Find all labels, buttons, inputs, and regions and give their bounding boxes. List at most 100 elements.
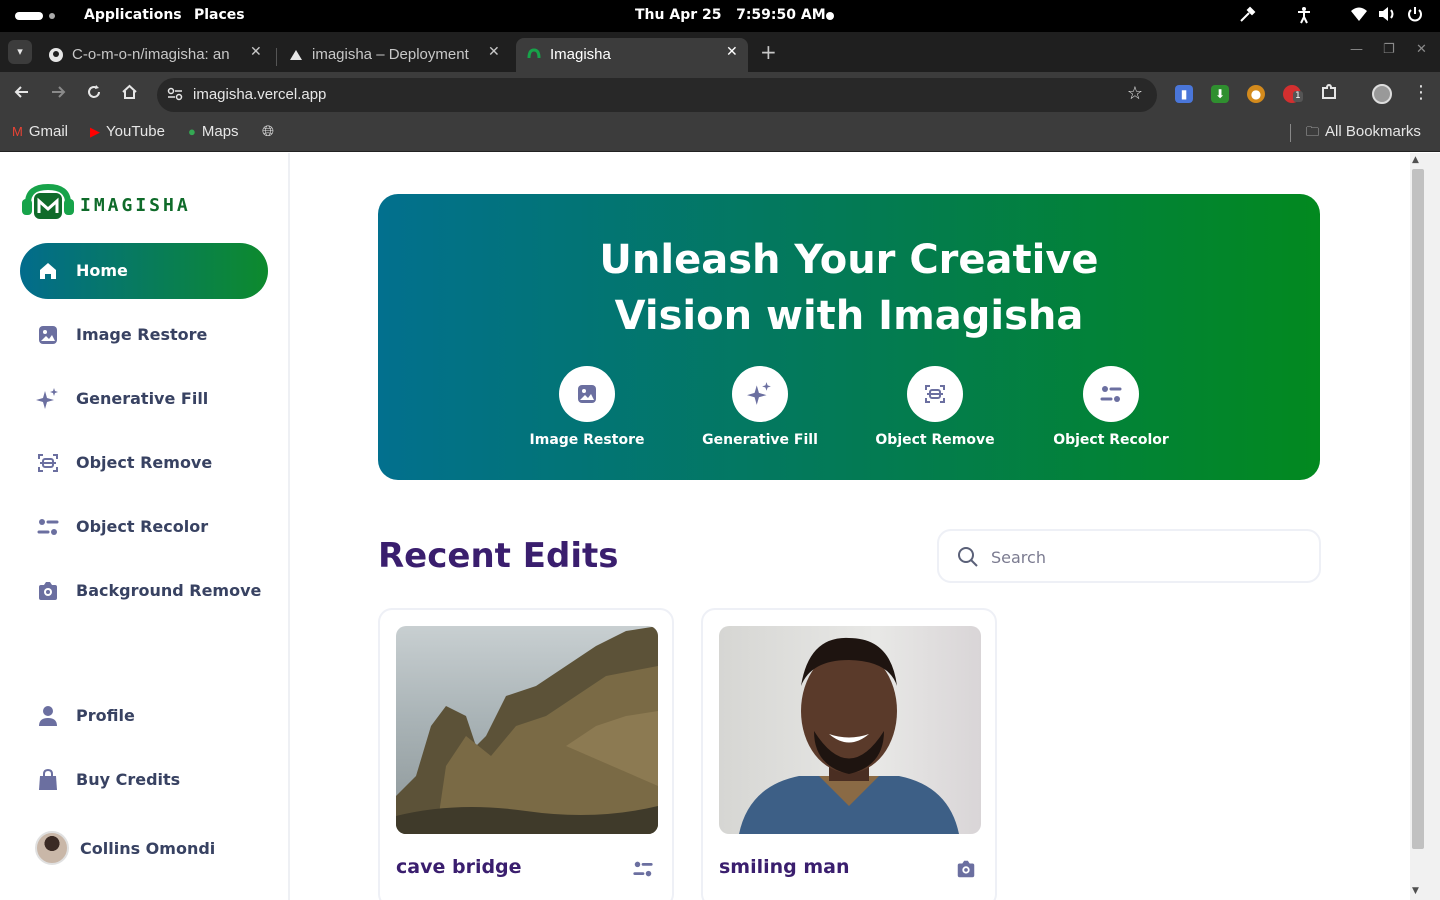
download-extension-icon[interactable]: ⬇ <box>1211 85 1229 103</box>
scroll-up-icon[interactable]: ▲ <box>1412 155 1419 165</box>
tab-search-button[interactable]: ▾ <box>8 40 32 64</box>
quick-link-generative-fill[interactable]: Generative Fill <box>685 366 835 448</box>
close-icon[interactable]: ✕ <box>250 44 262 60</box>
workspace-dot <box>49 13 55 19</box>
user-icon <box>39 706 57 726</box>
avatar[interactable] <box>35 831 69 865</box>
quick-link-image-restore[interactable]: Image Restore <box>512 366 662 448</box>
smiling-man-image <box>739 637 959 834</box>
sidebar-item-profile[interactable]: Profile <box>20 688 268 744</box>
quick-link-circle[interactable] <box>907 366 963 422</box>
home-icon[interactable] <box>121 84 138 105</box>
image-thumbnail[interactable] <box>719 626 981 834</box>
youtube-icon: ▶ <box>90 124 100 139</box>
browser-toolbar: imagisha.vercel.app ☆ ▮ ⬇ ● 1 ⋮ <box>0 72 1440 116</box>
sidebar-item-label: Background Remove <box>76 581 262 600</box>
bookmark-youtube[interactable]: ▶ YouTube <box>90 123 165 140</box>
bookmark-maps[interactable]: ● Maps <box>188 123 239 140</box>
bookmark-label: YouTube <box>106 123 165 140</box>
quick-link-object-remove[interactable]: Object Remove <box>860 366 1010 448</box>
recent-edits-heading: Recent Edits <box>378 536 619 576</box>
sidebar-item-buy-credits[interactable]: Buy Credits <box>20 752 268 808</box>
all-bookmarks-button[interactable]: 🗀 All Bookmarks <box>1306 123 1421 145</box>
restore-window-icon[interactable]: ❐ <box>1383 42 1395 57</box>
applications-menu[interactable]: Applications <box>84 7 182 23</box>
image-card[interactable]: smiling man <box>701 608 997 900</box>
image-card[interactable]: cave bridge <box>378 608 674 900</box>
quick-link-label: Image Restore <box>529 432 645 448</box>
image-thumbnail[interactable] <box>396 626 658 834</box>
url-text: imagisha.vercel.app <box>193 86 327 103</box>
close-window-icon[interactable]: ✕ <box>1416 42 1427 57</box>
extensions-puzzle-icon[interactable] <box>1320 83 1338 106</box>
close-icon[interactable]: ✕ <box>726 44 738 60</box>
reload-icon[interactable] <box>86 84 102 105</box>
sidebar-item-home[interactable]: Home <box>20 243 268 299</box>
minimize-window-icon[interactable]: — <box>1350 42 1363 57</box>
chrome-menu-icon[interactable]: ⋮ <box>1412 82 1430 103</box>
vercel-icon <box>290 50 302 60</box>
hero-title: Unleash Your Creative Vision with Imagis… <box>378 232 1320 344</box>
tab-vercel[interactable]: imagisha – Deployment O ✕ <box>278 38 512 72</box>
hero-title-line: Vision with Imagisha <box>614 293 1084 339</box>
back-icon[interactable] <box>14 84 30 105</box>
quick-link-circle[interactable] <box>732 366 788 422</box>
cave-bridge-image <box>396 626 658 834</box>
tab-title: C-o-m-o-n/imagisha: an <box>72 46 230 63</box>
places-menu[interactable]: Places <box>194 7 245 23</box>
bookmark-gmail[interactable]: M Gmail <box>12 123 68 140</box>
sidebar-item-generative-fill[interactable]: Generative Fill <box>20 371 268 427</box>
hero-banner: Unleash Your Creative Vision with Imagis… <box>378 194 1320 480</box>
docs-extension-icon[interactable]: ▮ <box>1175 85 1193 103</box>
notification-dot <box>826 12 834 20</box>
address-bar[interactable]: imagisha.vercel.app ☆ <box>157 78 1157 112</box>
quick-link-circle[interactable] <box>559 366 615 422</box>
cookie-extension-icon[interactable]: ● <box>1247 85 1265 103</box>
forward-icon[interactable] <box>50 84 66 105</box>
activities-indicator[interactable] <box>15 12 43 20</box>
tab-imagisha[interactable]: Imagisha ✕ <box>516 38 748 72</box>
search-box[interactable] <box>937 529 1321 583</box>
bookmarks-bar: M Gmail ▶ YouTube ● Maps 🌐︎ 🗀 All Bookmarks <box>0 116 1440 152</box>
image-icon <box>39 326 57 344</box>
image-icon <box>578 385 596 403</box>
filter-icon <box>633 861 653 877</box>
chevron-down-icon: ▾ <box>17 45 23 58</box>
color-picker-icon[interactable] <box>1238 6 1256 28</box>
profile-avatar-icon[interactable] <box>1372 84 1392 104</box>
clock[interactable]: Thu Apr 25 7:59:50 AM <box>635 7 826 23</box>
globe-icon[interactable]: 🌐︎ <box>262 123 274 140</box>
filter-icon <box>37 519 59 535</box>
bookmark-separator <box>1290 124 1291 142</box>
power-icon[interactable] <box>1407 6 1423 26</box>
search-input[interactable] <box>991 543 1291 571</box>
sidebar-item-object-remove[interactable]: Object Remove <box>20 435 268 491</box>
new-tab-button[interactable]: + <box>760 40 777 64</box>
hero-title-line: Unleash Your Creative <box>599 237 1099 283</box>
site-info-icon[interactable] <box>167 87 183 105</box>
web-page: IMAGISHA Home Image Restore Generative F… <box>0 153 1440 900</box>
sidebar-item-label: Buy Credits <box>76 770 181 789</box>
adblock-extension-icon[interactable]: 1 <box>1283 85 1303 103</box>
scrollbar-thumb[interactable] <box>1412 169 1424 849</box>
scroll-down-icon[interactable]: ▼ <box>1412 886 1419 896</box>
bookmark-label: Gmail <box>28 123 69 140</box>
system-top-bar: Applications Places Thu Apr 25 7:59:50 A… <box>0 0 1440 32</box>
volume-icon[interactable] <box>1378 6 1396 26</box>
card-title: cave bridge <box>396 856 522 878</box>
logo[interactable]: IMAGISHA <box>20 183 188 225</box>
main-content: Unleash Your Creative Vision with Imagis… <box>290 153 1410 900</box>
sidebar-item-image-restore[interactable]: Image Restore <box>20 307 268 363</box>
wifi-icon[interactable] <box>1350 6 1368 26</box>
page-scrollbar[interactable]: ▲ ▼ <box>1410 153 1440 900</box>
quick-link-object-recolor[interactable]: Object Recolor <box>1036 366 1186 448</box>
tab-github[interactable]: C-o-m-o-n/imagisha: an ✕ <box>38 38 270 72</box>
sidebar-item-object-recolor[interactable]: Object Recolor <box>20 499 268 555</box>
accessibility-icon[interactable] <box>1296 6 1312 28</box>
quick-link-label: Object Remove <box>875 432 995 448</box>
filter-icon <box>1100 386 1122 402</box>
close-icon[interactable]: ✕ <box>488 44 500 60</box>
sidebar-item-background-remove[interactable]: Background Remove <box>20 563 268 619</box>
quick-link-circle[interactable] <box>1083 366 1139 422</box>
bookmark-star-icon[interactable]: ☆ <box>1127 83 1143 104</box>
